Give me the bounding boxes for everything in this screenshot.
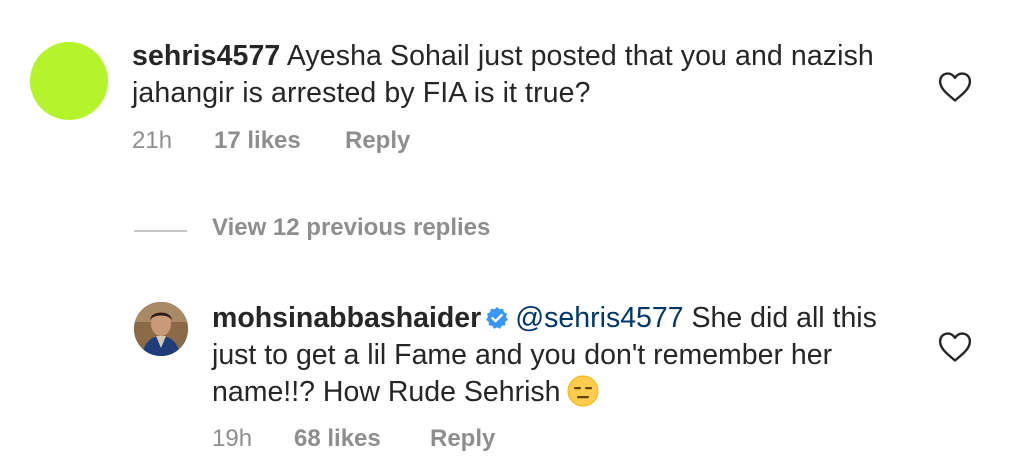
heart-icon[interactable]	[938, 331, 972, 363]
reply-meta: 19h 68 likes Reply	[212, 425, 495, 453]
reply-mention[interactable]: @sehris4577	[515, 302, 683, 334]
reply-body: mohsinabbashaider @sehris4577 She did al…	[212, 300, 912, 411]
comment-meta: 21h 17 likes Reply	[132, 127, 410, 155]
reply-timestamp[interactable]: 19h	[212, 425, 294, 453]
comment-likes[interactable]: 17 likes	[214, 127, 345, 155]
expressionless-face-emoji	[567, 375, 599, 407]
comment-body: sehris4577 Ayesha Sohail just posted tha…	[132, 38, 912, 112]
comment-reply-button[interactable]: Reply	[345, 127, 410, 155]
reply-avatar[interactable]	[134, 302, 188, 356]
replies-divider	[134, 230, 187, 232]
avatar[interactable]	[30, 42, 108, 120]
heart-icon[interactable]	[938, 71, 972, 103]
comments-panel: sehris4577 Ayesha Sohail just posted tha…	[0, 0, 1024, 476]
reply-username[interactable]: mohsinabbashaider	[212, 302, 481, 334]
comment-username[interactable]: sehris4577	[132, 40, 280, 72]
verified-badge-icon	[485, 306, 509, 330]
reply-likes[interactable]: 68 likes	[294, 425, 430, 453]
comment-timestamp[interactable]: 21h	[132, 127, 214, 155]
view-previous-replies-button[interactable]: View 12 previous replies	[212, 214, 490, 242]
reply-reply-button[interactable]: Reply	[430, 425, 495, 453]
